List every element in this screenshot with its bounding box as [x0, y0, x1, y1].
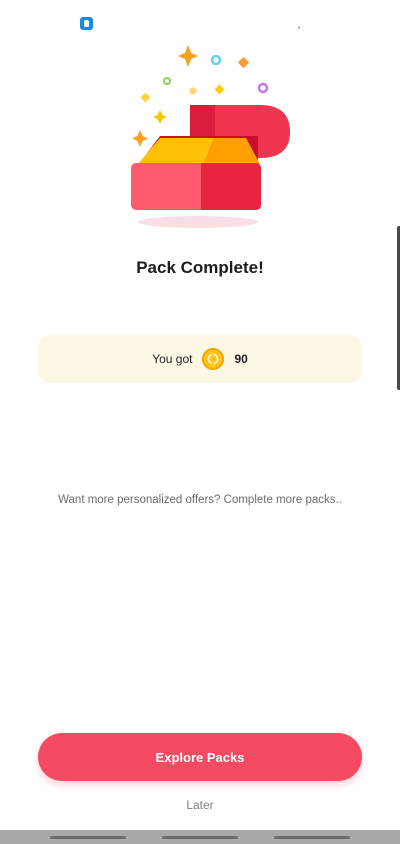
- confetti-diamond-icon: [214, 84, 225, 95]
- confetti-dot-icon: [163, 77, 171, 85]
- confetti-diamond-icon: [237, 56, 250, 69]
- nav-back-key[interactable]: [274, 836, 350, 839]
- pack-complete-screen: ˏ Pack Complete! You got 90 Want more pe…: [0, 0, 400, 844]
- gift-box-open-illustration: [120, 40, 300, 240]
- status-bar: ˏ: [0, 0, 400, 40]
- confetti-ring-icon: [257, 82, 269, 94]
- reward-summary-card: You got 90: [38, 335, 362, 383]
- later-link[interactable]: Later: [0, 798, 400, 812]
- reward-amount: 90: [234, 352, 248, 366]
- reward-label: You got: [152, 352, 193, 366]
- sparkle-icon: [132, 130, 148, 147]
- nav-home-key[interactable]: [162, 836, 238, 839]
- system-navigation-bar: [0, 830, 400, 844]
- explore-packs-button[interactable]: Explore Packs: [38, 733, 362, 781]
- status-indicator-mark: ˏ: [296, 18, 301, 29]
- confetti-dot-icon: [189, 87, 197, 95]
- sparkle-icon: [153, 110, 167, 124]
- rocket-app-icon: [80, 17, 93, 30]
- confetti-diamond-icon: [140, 92, 151, 103]
- sparkle-icon: [178, 45, 198, 67]
- page-title: Pack Complete!: [136, 258, 264, 277]
- nav-recents-key[interactable]: [50, 836, 126, 839]
- offers-message: Want more personalized offers? Complete …: [58, 494, 342, 506]
- confetti-ring-icon: [210, 54, 222, 66]
- coin-icon: [202, 348, 225, 370]
